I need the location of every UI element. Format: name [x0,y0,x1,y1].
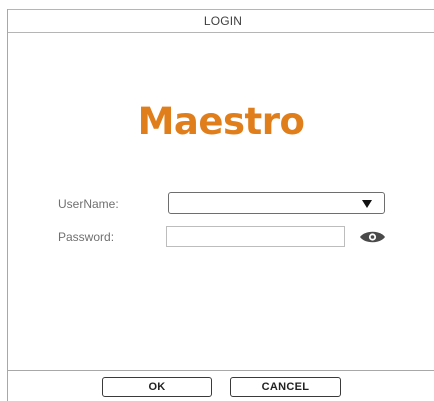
username-dropdown[interactable] [168,192,385,214]
cancel-button[interactable]: CANCEL [230,377,341,397]
title-bar: LOGIN [8,9,434,33]
dropdown-arrow-icon[interactable] [362,200,372,208]
eye-icon[interactable] [359,229,386,245]
ok-button[interactable]: OK [102,377,212,397]
footer-divider [8,370,434,371]
login-window: LOGIN Maestro UserName: Password: OK CAN… [0,0,434,401]
password-field[interactable] [166,226,345,247]
username-label: UserName: [58,197,119,211]
app-logo: Maestro [137,100,305,143]
password-label: Password: [58,230,115,244]
window-left-border [7,9,8,401]
window-title: LOGIN [203,14,243,28]
